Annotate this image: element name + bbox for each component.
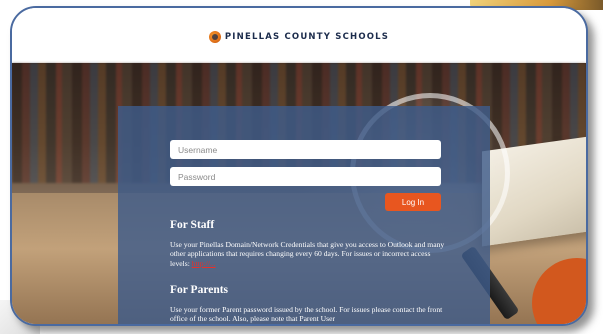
parents-section-text: Use your former Parent password issued b…: [170, 305, 443, 324]
brand-name: PINELLAS COUNTY SCHOOLS: [224, 31, 390, 42]
pcs-logo-icon: [208, 30, 221, 43]
password-input[interactable]: [170, 167, 441, 186]
site-header: PINELLAS COUNTY SCHOOLS: [12, 8, 586, 63]
staff-section-title: For Staff: [170, 219, 215, 231]
brand[interactable]: PINELLAS COUNTY SCHOOLS: [208, 30, 390, 43]
parents-section-title: For Parents: [170, 284, 229, 296]
login-panel: Log In For Staff Use your Pinellas Domai…: [118, 106, 490, 324]
staff-section-text: Use your Pinellas Domain/Network Credent…: [170, 240, 450, 268]
device-frame: PINELLAS COUNTY SCHOOLS Log In For Staff…: [10, 6, 588, 326]
staff-support-link[interactable]: http://...: [192, 259, 216, 268]
username-input[interactable]: [170, 140, 441, 159]
login-button[interactable]: Log In: [385, 193, 441, 211]
